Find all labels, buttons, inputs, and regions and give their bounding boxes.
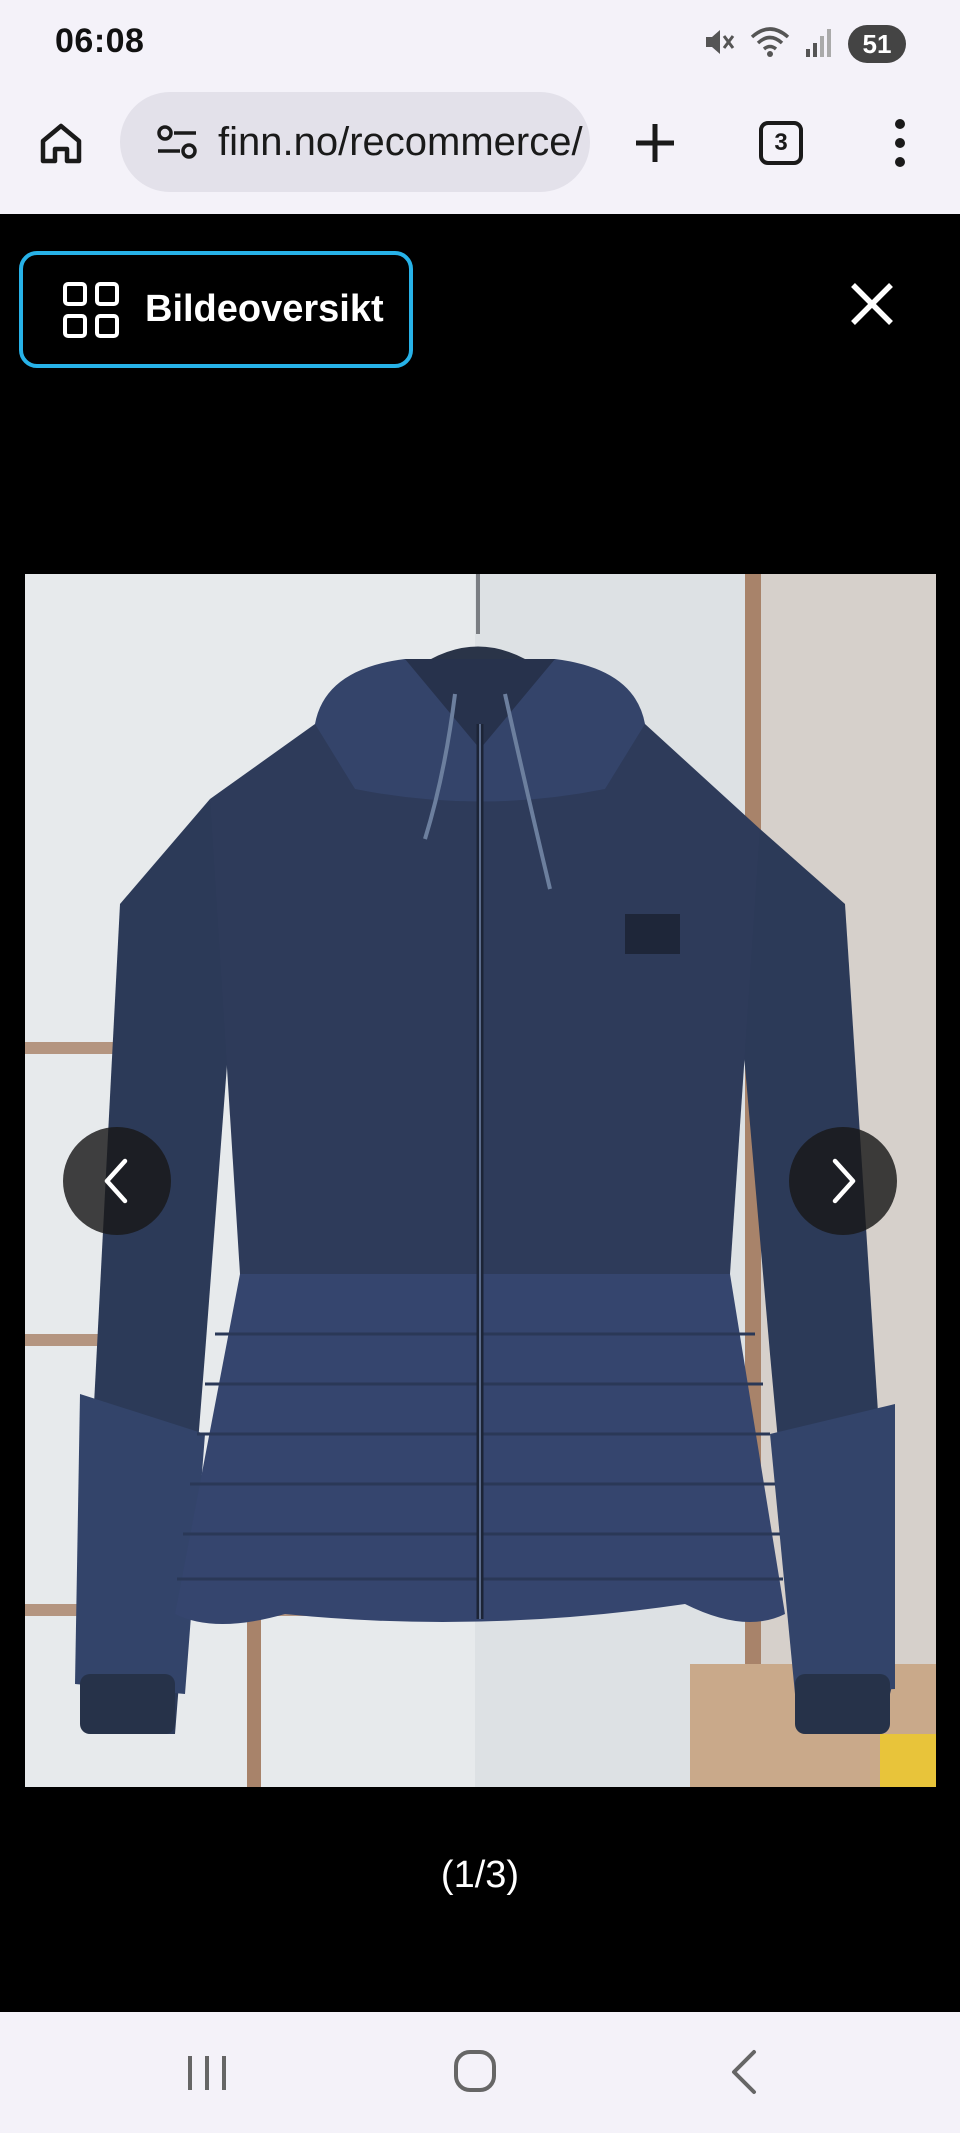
chevron-left-icon [104, 1158, 128, 1204]
close-button[interactable] [842, 274, 902, 334]
previous-image-button[interactable] [63, 1127, 171, 1235]
more-dot [895, 157, 905, 167]
site-settings-icon[interactable] [154, 119, 200, 165]
next-image-button[interactable] [789, 1127, 897, 1235]
more-dot [895, 138, 905, 148]
status-bar: 06:08 51 [0, 0, 960, 88]
address-bar[interactable]: finn.no/recommerce/ [120, 92, 590, 192]
chevron-right-icon [832, 1158, 856, 1204]
signal-icon [804, 25, 834, 64]
status-time: 06:08 [55, 22, 145, 60]
new-tab-button[interactable] [620, 108, 690, 178]
back-icon[interactable] [724, 2046, 764, 2098]
wifi-icon [750, 25, 790, 64]
tab-switcher-button[interactable]: 3 [752, 114, 810, 172]
home-icon[interactable] [452, 2048, 498, 2094]
image-viewer: Bildeoversikt (1/3) [0, 214, 960, 2012]
browser-toolbar: finn.no/recommerce/ 3 [0, 88, 960, 214]
home-icon [40, 123, 82, 164]
new-tab-icon [636, 124, 674, 162]
home-button[interactable] [28, 110, 94, 176]
more-menu-button[interactable] [870, 108, 930, 178]
tab-count: 3 [759, 121, 803, 165]
status-icons: 51 [702, 20, 906, 68]
image-overview-button[interactable]: Bildeoversikt [19, 251, 413, 368]
close-icon [851, 283, 893, 325]
image-overview-label: Bildeoversikt [145, 288, 384, 330]
mute-icon [702, 25, 736, 64]
grid-icon [63, 281, 119, 338]
system-nav-bar [0, 2012, 960, 2133]
more-dot [895, 119, 905, 129]
image-counter: (1/3) [440, 1854, 520, 1896]
recent-apps-icon[interactable] [180, 2050, 234, 2096]
url-text: finn.no/recommerce/ [218, 119, 583, 164]
battery-icon: 51 [848, 25, 906, 63]
